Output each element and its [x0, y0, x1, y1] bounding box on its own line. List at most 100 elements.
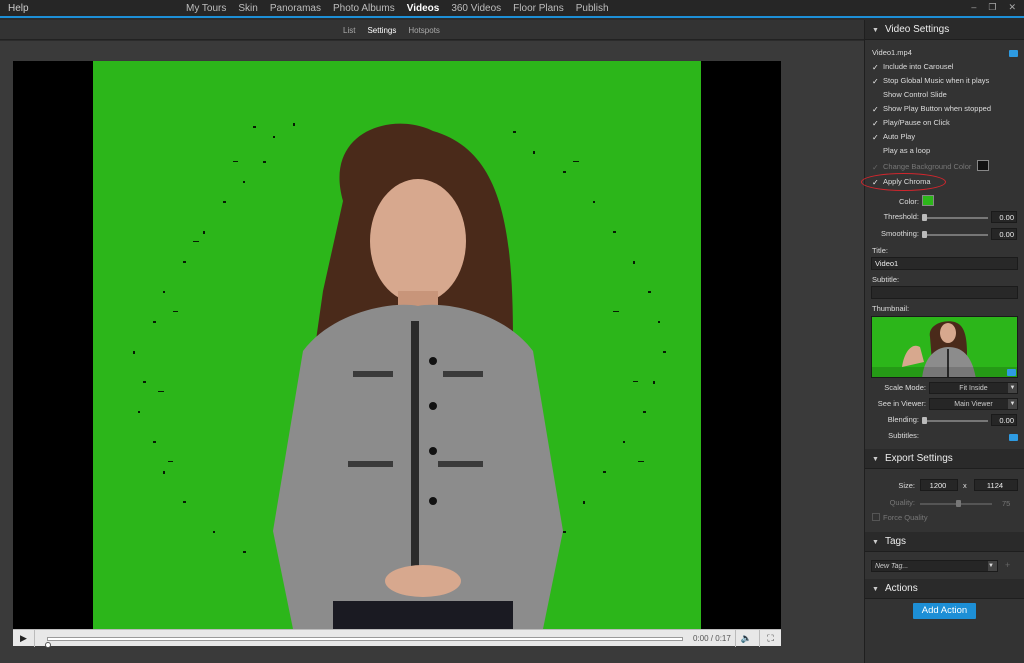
- nav-my-tours[interactable]: My Tours: [186, 3, 226, 14]
- nav-360-videos[interactable]: 360 Videos: [451, 3, 501, 14]
- nav-panoramas[interactable]: Panoramas: [270, 3, 321, 14]
- chroma-video-frame: [93, 61, 701, 629]
- video-frame-illustration: [133, 123, 666, 629]
- fullscreen-icon[interactable]: ⛶: [759, 630, 781, 647]
- add-action-button[interactable]: Add Action: [913, 603, 976, 619]
- checkbox-show-play-button[interactable]: ✓ Show Play Button when stopped: [872, 103, 991, 115]
- tab-hotspots[interactable]: Hotspots: [408, 26, 440, 35]
- sub-tab-bar: List Settings Hotspots: [0, 20, 864, 40]
- seek-bar[interactable]: [45, 637, 683, 648]
- video-thumbnail[interactable]: [871, 316, 1018, 378]
- quality-slider-handle[interactable]: [956, 500, 961, 507]
- video-player[interactable]: [13, 61, 781, 629]
- background-color-swatch[interactable]: [977, 160, 989, 171]
- collapse-triangle-icon: ▼: [872, 27, 879, 34]
- export-width-input[interactable]: 1200: [920, 479, 958, 491]
- check-icon: ✓: [872, 77, 879, 86]
- tab-settings[interactable]: Settings: [367, 26, 396, 35]
- subtitles-folder-icon[interactable]: [1009, 434, 1018, 441]
- smoothing-slider-handle[interactable]: [922, 231, 927, 238]
- video-settings-header[interactable]: ▼ Video Settings: [865, 20, 1024, 40]
- chevron-down-icon: ▼: [1008, 383, 1017, 393]
- nav-photo-albums[interactable]: Photo Albums: [333, 3, 395, 14]
- nav-skin[interactable]: Skin: [238, 3, 257, 14]
- see-in-viewer-select[interactable]: Main Viewer ▼: [929, 398, 1018, 410]
- video-stage: ▶ 0:00 / 0:17 🔈 ⛶: [0, 41, 864, 663]
- scale-mode-select[interactable]: Fit Inside ▼: [929, 382, 1018, 394]
- blending-slider-handle[interactable]: [922, 417, 927, 424]
- time-display: 0:00 / 0:17: [693, 634, 731, 643]
- seek-handle[interactable]: [45, 642, 51, 648]
- nav-publish[interactable]: Publish: [576, 3, 609, 14]
- unchecked-box-icon: [872, 90, 880, 98]
- quality-label: Quality:: [889, 498, 915, 507]
- restore-icon[interactable]: ❐: [988, 2, 996, 13]
- blending-label: Blending:: [887, 415, 919, 424]
- blending-slider[interactable]: [922, 417, 988, 424]
- collapse-triangle-icon: ▼: [872, 539, 879, 546]
- tags-header[interactable]: ▼ Tags: [865, 532, 1024, 552]
- thumbnail-label: Thumbnail:: [872, 304, 910, 313]
- checkbox-force-quality[interactable]: Force Quality: [872, 512, 928, 524]
- checkbox-stop-global-music[interactable]: ✓ Stop Global Music when it plays: [872, 75, 989, 87]
- actions-header[interactable]: ▼ Actions: [865, 579, 1024, 599]
- check-icon: ✓: [872, 105, 879, 114]
- minimize-icon[interactable]: –: [971, 2, 976, 13]
- export-height-input[interactable]: 1124: [974, 479, 1018, 491]
- window-controls: – ❐ ✕: [971, 2, 1016, 13]
- threshold-value[interactable]: 0.00: [991, 211, 1017, 223]
- checkbox-play-pause-click[interactable]: ✓ Play/Pause on Click: [872, 117, 950, 129]
- quality-value: 75: [1002, 499, 1011, 508]
- collapse-triangle-icon: ▼: [872, 456, 879, 463]
- new-tag-input[interactable]: New Tag... ▼: [871, 560, 998, 572]
- scale-mode-label: Scale Mode:: [884, 383, 926, 392]
- export-settings-header[interactable]: ▼ Export Settings: [865, 449, 1024, 469]
- threshold-slider[interactable]: [922, 214, 988, 221]
- checkbox-include-carousel[interactable]: ✓ Include into Carousel: [872, 61, 953, 73]
- properties-panel: ▼ Video Settings Video1.mp4 ✓ Include into…: [861, 20, 1024, 663]
- subtitle-label: Subtitle:: [872, 275, 900, 284]
- subtitle-input[interactable]: [871, 286, 1018, 299]
- checkbox-play-loop[interactable]: Play as a loop: [872, 145, 930, 157]
- threshold-slider-handle[interactable]: [922, 214, 927, 221]
- smoothing-value[interactable]: 0.00: [991, 228, 1017, 240]
- nav-floor-plans[interactable]: Floor Plans: [513, 3, 564, 14]
- folder-icon[interactable]: [1009, 50, 1018, 57]
- quality-slider[interactable]: [920, 500, 992, 507]
- subtitles-label: Subtitles:: [888, 431, 919, 440]
- add-tag-plus-icon[interactable]: +: [1005, 560, 1010, 570]
- title-input[interactable]: Video1: [871, 257, 1018, 270]
- checkbox-auto-play[interactable]: ✓ Auto Play: [872, 131, 915, 143]
- unchecked-box-icon: [872, 146, 880, 154]
- nav-videos[interactable]: Videos: [407, 3, 440, 14]
- size-separator: x: [963, 481, 967, 490]
- size-label: Size:: [898, 481, 915, 490]
- chroma-color-label: Color:: [898, 197, 919, 206]
- check-icon: ✓: [872, 133, 879, 142]
- checkbox-show-control-slide[interactable]: Show Control Slide: [872, 89, 947, 101]
- title-label: Title:: [872, 246, 888, 255]
- check-icon: ✓: [872, 119, 879, 128]
- volume-icon[interactable]: 🔈: [735, 630, 757, 647]
- blending-value[interactable]: 0.00: [991, 414, 1017, 426]
- video-filename: Video1.mp4: [872, 48, 912, 57]
- close-icon[interactable]: ✕: [1008, 2, 1016, 13]
- thumbnail-illustration: [872, 321, 1017, 377]
- play-icon[interactable]: ▶: [13, 630, 35, 647]
- top-menu-bar: Help My Tours Skin Panoramas Photo Album…: [0, 0, 1024, 18]
- tab-list[interactable]: List: [343, 26, 355, 35]
- player-controls: ▶ 0:00 / 0:17 🔈 ⛶: [13, 629, 781, 648]
- checkbox-change-background-color[interactable]: ✓ Change Background Color: [872, 161, 971, 173]
- thumbnail-folder-icon[interactable]: [1007, 369, 1016, 376]
- help-menu[interactable]: Help: [8, 3, 29, 14]
- chroma-color-swatch[interactable]: [922, 195, 934, 206]
- chevron-down-icon: ▼: [988, 561, 997, 571]
- main-nav: My Tours Skin Panoramas Photo Albums Vid…: [186, 3, 621, 14]
- apply-chroma-highlight-ellipse: [861, 173, 946, 191]
- smoothing-slider[interactable]: [922, 231, 988, 238]
- see-in-viewer-label: See in Viewer:: [877, 399, 926, 408]
- check-icon: ✓: [872, 63, 879, 72]
- smoothing-label: Smoothing:: [881, 229, 919, 238]
- unchecked-box-icon: [872, 513, 880, 521]
- chevron-down-icon: ▼: [1008, 399, 1017, 409]
